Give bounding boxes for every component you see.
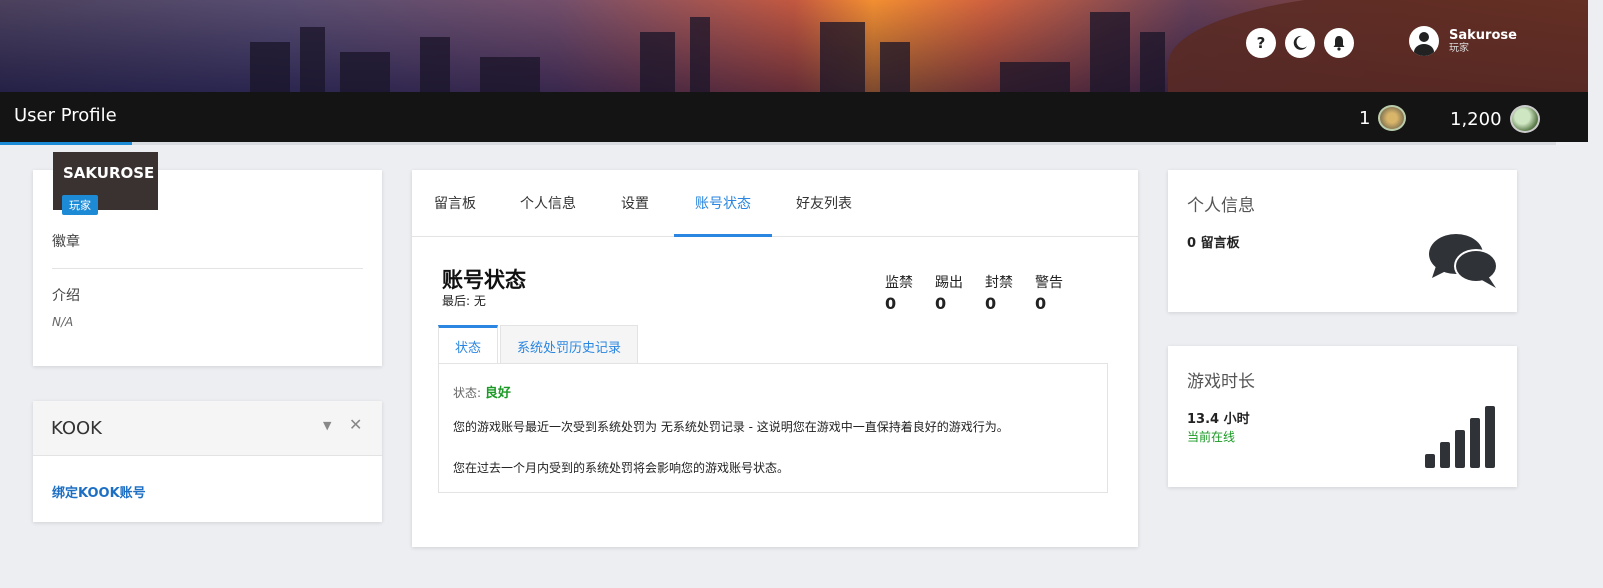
title-bar-divider (0, 142, 1556, 145)
panda-coin-icon (1509, 105, 1540, 133)
coins-value: 1,200 (1450, 108, 1502, 130)
stat-value: 0 (1035, 294, 1047, 313)
title-bar: User Profile (0, 92, 1588, 142)
kook-card: KOOK ▼ ✕ 绑定KOOK账号 (33, 401, 382, 522)
profile-divider (52, 268, 363, 269)
kook-card-header: KOOK ▼ ✕ (33, 401, 382, 456)
page-title: User Profile (14, 105, 117, 126)
personal-info-card: 个人信息 0 留言板 (1168, 170, 1517, 312)
profile-name: SAKUROSE (63, 164, 155, 182)
intro-value: N/A (52, 315, 74, 329)
stat-value: 0 (885, 294, 897, 313)
playtime-title: 游戏时长 (1187, 372, 1255, 392)
comments-icon (1429, 234, 1498, 288)
account-card: 留言板 个人信息 设置 账号状态 好友列表 账号状态 最后: 无 监禁 0 踢出… (412, 170, 1138, 547)
tab-account-status[interactable]: 账号状态 (695, 193, 751, 213)
profile-tabs: 留言板 个人信息 设置 账号状态 好友列表 (412, 170, 1138, 237)
help-button[interactable]: ? (1246, 28, 1276, 58)
coins-indicator[interactable]: 1,200 (1450, 105, 1540, 133)
dark-mode-button[interactable] (1285, 28, 1315, 58)
user-role: 玩家 (1449, 42, 1469, 54)
online-status: 当前在线 (1187, 430, 1236, 444)
rank-indicator[interactable]: 1 (1359, 105, 1407, 131)
kook-title: KOOK (51, 418, 102, 439)
avatar (1409, 26, 1439, 56)
tab-settings[interactable]: 设置 (621, 193, 649, 213)
personal-info-title: 个人信息 (1187, 196, 1255, 216)
account-status-title: 账号状态 (442, 268, 526, 292)
tab-personal-info[interactable]: 个人信息 (520, 193, 576, 213)
stat-warning: 警告 0 (1035, 272, 1063, 313)
stat-jail: 监禁 0 (885, 272, 913, 313)
role-badge: 玩家 (62, 195, 98, 215)
stat-label: 封禁 (985, 275, 1013, 291)
notifications-button[interactable] (1324, 28, 1354, 58)
status-badge: 良好 (484, 386, 511, 401)
status-panel: 状态: 良好 您的游戏账号最近一次受到系统处罚为 无系统处罚记录 - 这说明您在… (438, 363, 1108, 493)
badges-label: 徽章 (52, 234, 80, 250)
bell-icon (1333, 36, 1345, 51)
status-label: 状态: (453, 386, 482, 400)
user-menu[interactable]: Sakurose 玩家 (1409, 26, 1517, 56)
stat-kick: 踢出 0 (935, 272, 963, 313)
moon-icon (1293, 35, 1307, 50)
subtab-status[interactable]: 状态 (438, 325, 499, 363)
subtab-penalty-history[interactable]: 系统处罚历史记录 (500, 325, 639, 363)
status-line: 状态: 良好 (453, 382, 511, 401)
status-paragraph-2: 您在过去一个月内受到的系统处罚将会影响您的游戏账号状态。 (453, 461, 790, 475)
bind-kook-link[interactable]: 绑定KOOK账号 (52, 482, 146, 501)
last-penalty: 最后: 无 (442, 294, 486, 308)
playtime-value: 13.4 小时 (1187, 412, 1250, 427)
status-paragraph-1: 您的游戏账号最近一次受到系统处罚为 无系统处罚记录 - 这说明您在游戏中一直保持… (453, 420, 1009, 434)
stat-ban: 封禁 0 (985, 272, 1013, 313)
rank-value: 1 (1359, 107, 1371, 129)
tab-friends[interactable]: 好友列表 (796, 193, 852, 213)
stat-label: 踢出 (935, 275, 963, 291)
intro-label: 介绍 (52, 288, 80, 304)
signal-bars-icon (1425, 406, 1497, 468)
stat-value: 0 (985, 294, 997, 313)
user-name: Sakurose (1449, 27, 1517, 43)
stat-label: 监禁 (885, 275, 913, 291)
stat-label: 警告 (1035, 275, 1063, 291)
help-icon: ? (1256, 34, 1266, 52)
title-bar-accent (0, 142, 132, 145)
active-tab-indicator (674, 234, 772, 237)
message-board-count: 0 留言板 (1187, 236, 1240, 251)
playtime-card: 游戏时长 13.4 小时 当前在线 (1168, 346, 1517, 487)
header-actions: ? (1246, 28, 1354, 58)
collapse-icon[interactable]: ▼ (323, 419, 331, 432)
tab-message-board[interactable]: 留言板 (434, 193, 476, 213)
close-icon[interactable]: ✕ (349, 415, 362, 434)
stat-value: 0 (935, 294, 947, 313)
rank-badge-icon (1378, 105, 1407, 131)
